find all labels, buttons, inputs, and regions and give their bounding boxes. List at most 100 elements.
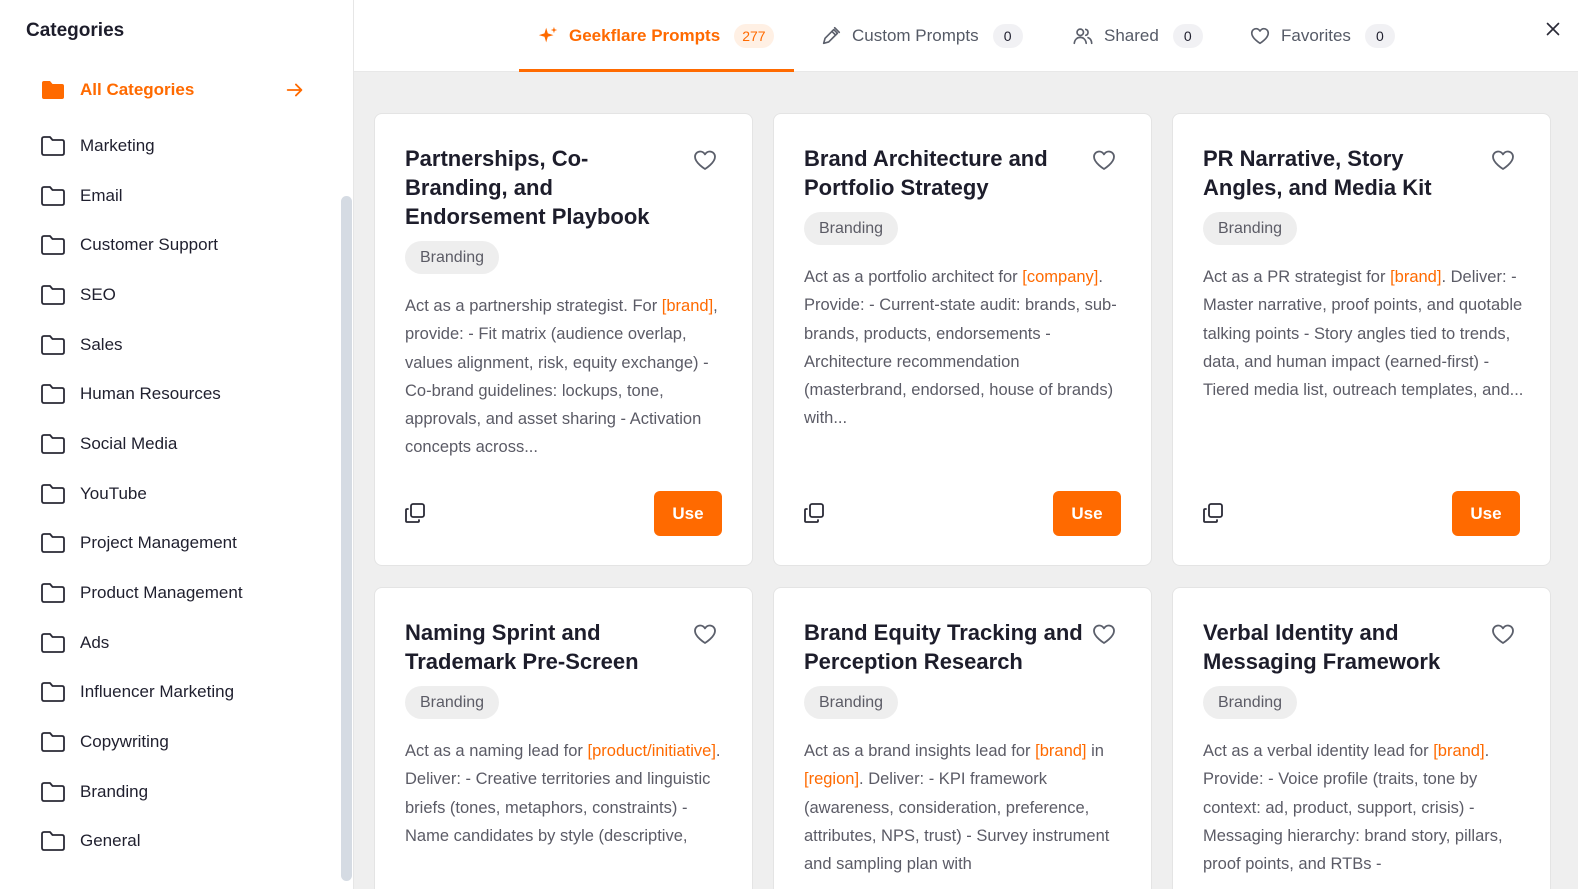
card-title: Partnerships, Co-Branding, and Endorseme…: [405, 146, 650, 229]
folder-icon: [41, 583, 65, 603]
description-text: in: [1086, 742, 1104, 760]
category-list: All Categories Marketing Email Customer Sup…: [0, 65, 340, 866]
tab-count-badge: 0: [992, 24, 1023, 48]
card-description: Act as a naming lead for [product/initia…: [405, 737, 727, 850]
placeholder-variable: [brand]: [1390, 268, 1442, 286]
card-description: Act as a brand insights lead for [brand]…: [804, 737, 1126, 878]
favorite-heart-icon[interactable]: [692, 148, 718, 172]
description-text: Act as a partnership strategist. For: [405, 297, 662, 315]
description-text: Act as a naming lead for: [405, 742, 588, 760]
tab-label: Geekflare Prompts: [569, 26, 721, 45]
sidebar-item-label: Project Management: [80, 533, 237, 553]
sidebar-item-customer-support[interactable]: Customer Support: [0, 220, 340, 270]
tab-label: Favorites: [1281, 26, 1351, 45]
sidebar-item-label: All Categories: [80, 80, 195, 99]
folder-icon: [41, 781, 65, 802]
card-description: Act as a partnership strategist. For [br…: [405, 292, 727, 462]
folder-icon: [41, 235, 65, 256]
use-prompt-button[interactable]: Use: [1053, 491, 1121, 536]
favorite-heart-icon[interactable]: [692, 622, 718, 646]
description-text: . Provide: - Current-state audit: brands…: [804, 268, 1117, 428]
sidebar-item-label: Email: [80, 185, 123, 205]
copy-icon[interactable]: [403, 501, 427, 525]
tab-count-badge: 0: [1364, 24, 1395, 48]
prompt-cards-grid: Partnerships, Co-Branding, and Endorseme…: [354, 72, 1578, 889]
tab-label: Shared: [1104, 26, 1159, 45]
folder-icon: [41, 135, 65, 156]
description-text: . Deliver: - Master narrative, proof poi…: [1203, 268, 1524, 400]
sparkle-icon: [538, 26, 558, 43]
card-description: Act as a portfolio architect for [compan…: [804, 263, 1126, 433]
placeholder-variable: [brand]: [1433, 742, 1485, 760]
copy-icon[interactable]: [1201, 501, 1225, 525]
folder-icon: [41, 682, 65, 703]
sidebar-item-sales[interactable]: Sales: [0, 320, 340, 370]
prompt-card[interactable]: Verbal Identity and Messaging Framework B…: [1172, 587, 1551, 889]
folder-icon: [41, 285, 65, 305]
prompt-card[interactable]: PR Narrative, Story Angles, and Media Ki…: [1172, 113, 1551, 566]
sidebar-item-product-management[interactable]: Product Management: [0, 568, 340, 618]
prompt-card[interactable]: Partnerships, Co-Branding, and Endorseme…: [374, 113, 753, 566]
sidebar-item-label: YouTube: [80, 483, 147, 503]
folder-icon: [41, 185, 65, 206]
card-title: Brand Architecture and Portfolio Strateg…: [804, 146, 1048, 200]
sidebar-item-influencer-marketing[interactable]: Influencer Marketing: [0, 668, 340, 718]
sidebar-item-project-management[interactable]: Project Management: [0, 519, 340, 569]
prompt-tabs-bar: Geekflare Prompts 277 Custom Prompts 0 S…: [354, 0, 1578, 72]
prompt-card[interactable]: Brand Equity Tracking and Perception Res…: [773, 587, 1152, 889]
category-tag: Branding: [804, 686, 899, 719]
sidebar-item-general[interactable]: General: [0, 817, 340, 867]
tab-favorites[interactable]: Favorites 0: [1249, 0, 1395, 72]
category-tag: Branding: [1203, 212, 1298, 245]
sidebar-item-human-resources[interactable]: Human Resources: [0, 369, 340, 419]
description-text: Act as a portfolio architect for: [804, 268, 1023, 286]
pen-icon: [822, 26, 841, 45]
categories-sidebar: Categories All Categories Marketing Email C…: [0, 0, 354, 889]
sidebar-item-youtube[interactable]: YouTube: [0, 469, 340, 519]
prompt-card[interactable]: Naming Sprint and Trademark Pre-Screen Br…: [374, 587, 753, 889]
favorite-heart-icon[interactable]: [1091, 622, 1117, 646]
sidebar-item-copywriting[interactable]: Copywriting: [0, 717, 340, 767]
sidebar-item-label: Branding: [80, 781, 149, 801]
tab-count-badge: 277: [734, 24, 774, 48]
folder-icon: [41, 533, 65, 554]
sidebar-item-label: Ads: [80, 632, 110, 652]
folder-icon: [42, 81, 64, 99]
sidebar-item-marketing[interactable]: Marketing: [0, 121, 340, 171]
sidebar-item-label: Customer Support: [80, 235, 218, 255]
placeholder-variable: [company]: [1022, 268, 1099, 286]
placeholder-variable: [product/initiative]: [587, 742, 716, 760]
sidebar-item-label: SEO: [80, 284, 116, 304]
tab-shared[interactable]: Shared 0: [1072, 0, 1203, 72]
placeholder-variable: [brand]: [661, 297, 714, 315]
prompt-card[interactable]: Brand Architecture and Portfolio Strateg…: [773, 113, 1152, 566]
sidebar-item-label: Human Resources: [80, 384, 221, 404]
sidebar-item-all-categories[interactable]: All Categories: [0, 65, 340, 115]
favorite-heart-icon[interactable]: [1490, 622, 1516, 646]
tab-label: Custom Prompts: [852, 26, 979, 45]
arrow-right-icon: [286, 83, 303, 97]
sidebar-item-branding[interactable]: Branding: [0, 767, 340, 817]
tab-geekflare-prompts[interactable]: Geekflare Prompts 277: [519, 0, 794, 72]
favorite-heart-icon[interactable]: [1091, 148, 1117, 172]
sidebar-item-seo[interactable]: SEO: [0, 270, 340, 320]
sidebar-item-label: General: [80, 831, 141, 851]
close-icon[interactable]: [1542, 18, 1564, 40]
sidebar-item-social-media[interactable]: Social Media: [0, 419, 340, 469]
folder-icon: [41, 434, 65, 454]
card-description: Act as a verbal identity lead for [brand…: [1203, 737, 1525, 878]
use-prompt-button[interactable]: Use: [1452, 491, 1520, 536]
category-tag: Branding: [804, 212, 899, 245]
sidebar-item-ads[interactable]: Ads: [0, 618, 340, 668]
use-prompt-button[interactable]: Use: [654, 491, 722, 536]
copy-icon[interactable]: [802, 501, 826, 525]
description-text: Act as a brand insights lead for: [804, 742, 1036, 760]
folder-icon: [41, 632, 65, 653]
favorite-heart-icon[interactable]: [1490, 148, 1516, 172]
sidebar-item-email[interactable]: Email: [0, 171, 340, 221]
sidebar-scrollbar[interactable]: [341, 196, 352, 881]
tab-custom-prompts[interactable]: Custom Prompts 0: [820, 0, 1023, 72]
sidebar-item-label: Influencer Marketing: [80, 682, 235, 702]
sidebar-item-label: Product Management: [80, 583, 243, 603]
card-title: Brand Equity Tracking and Perception Res…: [804, 620, 1083, 674]
